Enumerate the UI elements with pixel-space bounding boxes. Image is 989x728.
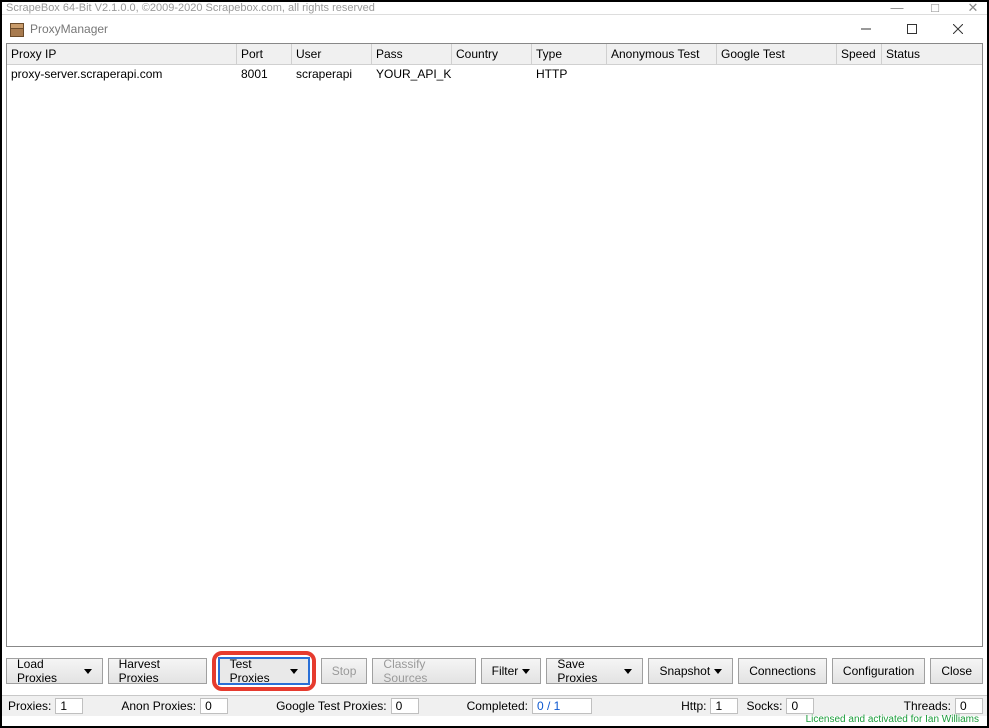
proxy-table: Proxy IP Port User Pass Country Type Ano… (6, 43, 983, 647)
cell-user: scraperapi (292, 67, 372, 81)
save-proxies-label: Save Proxies (557, 657, 620, 685)
status-anon-label: Anon Proxies: (113, 699, 200, 713)
status-proxies-value: 1 (55, 698, 83, 714)
classify-sources-label: Classify Sources (383, 657, 464, 685)
chevron-down-icon (522, 669, 530, 674)
col-header-user[interactable]: User (292, 44, 372, 64)
col-header-google-test[interactable]: Google Test (717, 44, 837, 64)
harvest-proxies-button[interactable]: Harvest Proxies (108, 658, 207, 684)
connections-label: Connections (749, 664, 816, 678)
close-label: Close (941, 664, 972, 678)
status-proxies-label: Proxies: (6, 699, 55, 713)
status-completed-label: Completed: (459, 699, 532, 713)
table-body[interactable]: proxy-server.scraperapi.com 8001 scraper… (7, 65, 982, 646)
cell-pass: YOUR_API_K (372, 67, 452, 81)
cell-port: 8001 (237, 67, 292, 81)
proxy-manager-window: ProxyManager Proxy IP Port User Pass Cou… (2, 14, 987, 716)
status-threads-label: Threads: (896, 699, 955, 713)
window-titlebar[interactable]: ProxyManager (2, 15, 987, 43)
classify-sources-button: Classify Sources (372, 658, 475, 684)
table-row[interactable]: proxy-server.scraperapi.com 8001 scraper… (7, 65, 982, 83)
snapshot-label: Snapshot (659, 664, 710, 678)
col-header-proxy-ip[interactable]: Proxy IP (7, 44, 237, 64)
col-header-anon-test[interactable]: Anonymous Test (607, 44, 717, 64)
load-proxies-label: Load Proxies (17, 657, 80, 685)
cell-type: HTTP (532, 67, 607, 81)
parent-window-title: ScrapeBox 64-Bit V2.1.0.0, ©2009-2020 Sc… (6, 2, 375, 14)
col-header-country[interactable]: Country (452, 44, 532, 64)
snapshot-button[interactable]: Snapshot (648, 658, 733, 684)
stop-button: Stop (321, 658, 368, 684)
close-button-toolbar[interactable]: Close (930, 658, 983, 684)
parent-window-controls: — □ ✕ (887, 0, 983, 16)
parent-maximize-icon[interactable]: □ (925, 0, 945, 16)
harvest-proxies-label: Harvest Proxies (119, 657, 196, 685)
filter-button[interactable]: Filter (481, 658, 542, 684)
parent-window-titlebar: ScrapeBox 64-Bit V2.1.0.0, ©2009-2020 Sc… (2, 2, 987, 14)
parent-close-icon[interactable]: ✕ (963, 0, 983, 16)
status-socks-label: Socks: (738, 699, 786, 713)
table-header: Proxy IP Port User Pass Country Type Ano… (7, 44, 982, 65)
test-proxies-button[interactable]: Test Proxies (218, 657, 310, 685)
status-threads-value: 0 (955, 698, 983, 714)
status-anon-value: 0 (200, 698, 228, 714)
connections-button[interactable]: Connections (738, 658, 827, 684)
status-http-label: Http: (673, 699, 710, 713)
configuration-button[interactable]: Configuration (832, 658, 925, 684)
col-header-port[interactable]: Port (237, 44, 292, 64)
configuration-label: Configuration (843, 664, 914, 678)
status-completed-value: 0 / 1 (532, 698, 592, 714)
toolbar: Load Proxies Harvest Proxies Test Proxie… (6, 651, 983, 691)
save-proxies-button[interactable]: Save Proxies (546, 658, 643, 684)
col-header-speed[interactable]: Speed (837, 44, 882, 64)
col-header-status[interactable]: Status (882, 44, 982, 64)
maximize-button[interactable] (889, 15, 935, 43)
status-socks-value: 0 (786, 698, 814, 714)
filter-label: Filter (492, 664, 519, 678)
status-google-test-value: 0 (391, 698, 419, 714)
col-header-type[interactable]: Type (532, 44, 607, 64)
status-bar: Proxies: 1 Anon Proxies: 0 Google Test P… (2, 695, 987, 716)
load-proxies-button[interactable]: Load Proxies (6, 658, 103, 684)
status-google-test-label: Google Test Proxies: (268, 699, 391, 713)
col-header-pass[interactable]: Pass (372, 44, 452, 64)
close-button[interactable] (935, 15, 981, 43)
chevron-down-icon (624, 669, 632, 674)
parent-minimize-icon[interactable]: — (887, 0, 907, 16)
cell-proxy-ip: proxy-server.scraperapi.com (7, 67, 237, 81)
window-title: ProxyManager (30, 22, 108, 36)
test-proxies-label: Test Proxies (230, 657, 286, 685)
parent-status-strip: Licensed and activated for Ian Williams (2, 716, 987, 726)
test-proxies-highlight: Test Proxies (212, 651, 316, 691)
app-box-icon (8, 21, 24, 37)
chevron-down-icon (84, 669, 92, 674)
stop-label: Stop (332, 664, 357, 678)
chevron-down-icon (714, 669, 722, 674)
license-text: Licensed and activated for Ian Williams (806, 714, 979, 725)
chevron-down-icon (290, 669, 298, 674)
minimize-button[interactable] (843, 15, 889, 43)
status-http-value: 1 (710, 698, 738, 714)
